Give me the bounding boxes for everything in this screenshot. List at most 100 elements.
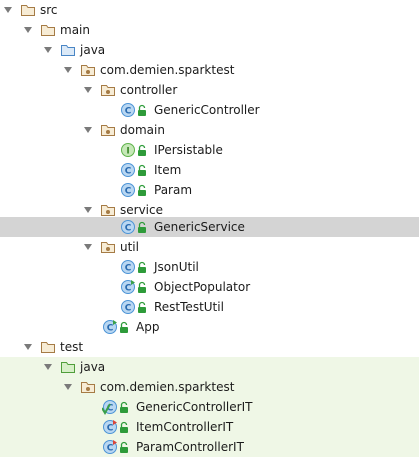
svg-text:C: C [125, 304, 132, 314]
svg-text:C: C [107, 324, 114, 334]
class-icon: C [120, 162, 136, 178]
lock-icon [136, 259, 148, 275]
svg-text:C: C [125, 107, 132, 117]
svg-text:C: C [107, 424, 114, 434]
tree-row-ipersistable[interactable]: I IPersistable [0, 140, 419, 160]
package-icon [100, 202, 116, 218]
expand-arrow-icon[interactable] [4, 7, 12, 13]
svg-text:C: C [125, 264, 132, 274]
tree-row-genericservice[interactable]: C GenericService [0, 217, 419, 237]
tree-item-label: IPersistable [154, 143, 223, 157]
tree-item-label: util [120, 240, 139, 254]
tree-item-label: java [80, 360, 106, 374]
expand-arrow-icon[interactable] [84, 244, 92, 250]
svg-text:C: C [107, 444, 114, 454]
tree-item-label: JsonUtil [154, 260, 199, 274]
tree-row-domain[interactable]: domain [0, 120, 419, 140]
tree-row-src[interactable]: src [0, 0, 419, 20]
svg-text:C: C [125, 224, 132, 234]
tree-row-main-java[interactable]: java [0, 40, 419, 60]
tree-row-main-package[interactable]: com.demien.sparktest [0, 60, 419, 80]
tree-row-genericcontroller[interactable]: C GenericController [0, 100, 419, 120]
expand-arrow-icon[interactable] [44, 47, 52, 53]
tree-row-paramcontrollerit[interactable]: C ParamControllerIT [0, 437, 419, 457]
lock-icon [136, 299, 148, 315]
folder-icon [40, 22, 56, 38]
lock-icon [136, 142, 148, 158]
class-icon: C [120, 102, 136, 118]
expand-arrow-icon[interactable] [64, 384, 72, 390]
test-class-icon: C [102, 399, 118, 415]
tree-item-label: main [60, 23, 90, 37]
tree-item-label: RestTestUtil [154, 300, 224, 314]
project-tree: src main java com.demien.sparktest contr… [0, 0, 419, 457]
folder-icon [40, 339, 56, 355]
tree-item-label: Param [154, 183, 193, 197]
tree-row-param[interactable]: C Param [0, 180, 419, 200]
svg-text:C: C [125, 167, 132, 177]
tree-row-resttestutil[interactable]: C RestTestUtil [0, 297, 419, 317]
class-icon: C [120, 299, 136, 315]
tree-item-label: controller [120, 83, 178, 97]
test-class-icon: C [102, 439, 118, 455]
lock-icon [136, 162, 148, 178]
tree-row-objectpopulator[interactable]: C ObjectPopulator [0, 277, 419, 297]
package-icon [100, 122, 116, 138]
tree-item-label: GenericControllerIT [136, 400, 253, 414]
tree-item-label: GenericService [154, 220, 245, 234]
expand-arrow-icon[interactable] [84, 207, 92, 213]
interface-icon: I [120, 142, 136, 158]
class-icon: C [120, 259, 136, 275]
test-source-folder-icon [60, 359, 76, 375]
class-icon: C [120, 219, 136, 235]
lock-icon [136, 279, 148, 295]
runnable-class-icon: C [102, 319, 118, 335]
tree-row-jsonutil[interactable]: C JsonUtil [0, 257, 419, 277]
svg-text:I: I [126, 147, 129, 157]
lock-icon [118, 419, 130, 435]
lock-icon [118, 319, 130, 335]
tree-item-label: ItemControllerIT [136, 420, 234, 434]
package-icon [80, 379, 96, 395]
test-class-icon: C [102, 419, 118, 435]
runnable-class-icon: C [120, 279, 136, 295]
tree-item-label: test [60, 340, 84, 354]
tree-item-label: ObjectPopulator [154, 280, 251, 294]
folder-icon [20, 2, 36, 18]
package-icon [100, 239, 116, 255]
tree-row-main[interactable]: main [0, 20, 419, 40]
tree-row-util[interactable]: util [0, 237, 419, 257]
lock-icon [118, 399, 130, 415]
package-icon [100, 82, 116, 98]
tree-item-label: com.demien.sparktest [100, 380, 235, 394]
expand-arrow-icon[interactable] [84, 87, 92, 93]
tree-row-test[interactable]: test [0, 337, 419, 357]
tree-row-itemcontrollerit[interactable]: C ItemControllerIT [0, 417, 419, 437]
svg-text:C: C [125, 187, 132, 197]
expand-arrow-icon[interactable] [64, 67, 72, 73]
tree-row-test-package[interactable]: com.demien.sparktest [0, 377, 419, 397]
package-icon [80, 62, 96, 78]
tree-row-item[interactable]: C Item [0, 160, 419, 180]
tree-row-genericcontrollerit[interactable]: C GenericControllerIT [0, 397, 419, 417]
tree-item-label: Item [154, 163, 182, 177]
expand-arrow-icon[interactable] [24, 27, 32, 33]
tree-item-label: GenericController [154, 103, 260, 117]
svg-text:C: C [125, 284, 132, 294]
tree-item-label: src [40, 3, 58, 17]
tree-item-label: java [80, 43, 106, 57]
class-icon: C [120, 182, 136, 198]
tree-item-label: domain [120, 123, 165, 137]
lock-icon [136, 102, 148, 118]
expand-arrow-icon[interactable] [44, 364, 52, 370]
expand-arrow-icon[interactable] [24, 344, 32, 350]
lock-icon [136, 219, 148, 235]
expand-arrow-icon[interactable] [84, 127, 92, 133]
lock-icon [118, 439, 130, 455]
tree-row-controller[interactable]: controller [0, 80, 419, 100]
source-folder-icon [60, 42, 76, 58]
tree-row-app[interactable]: C App [0, 317, 419, 337]
tree-item-label: com.demien.sparktest [100, 63, 235, 77]
lock-icon [136, 182, 148, 198]
tree-row-test-java[interactable]: java [0, 357, 419, 377]
